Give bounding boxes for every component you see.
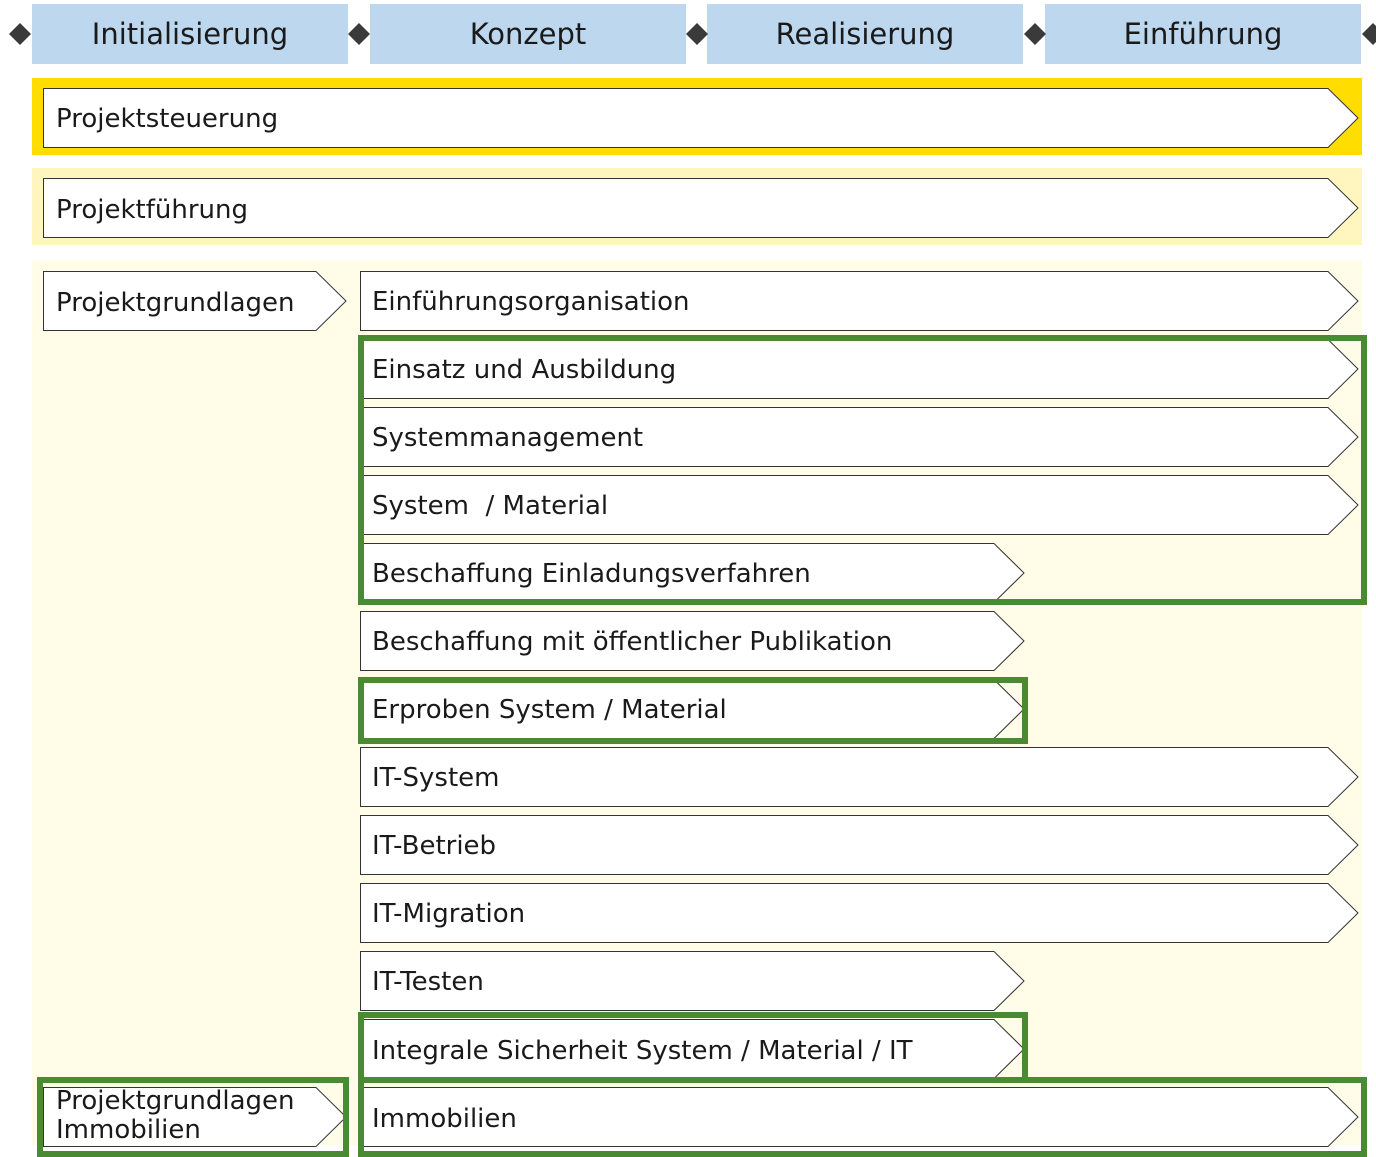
- module-arrow: [360, 747, 1359, 807]
- milestone-diamond-icon: [686, 23, 708, 45]
- module-system-material: System / Material: [372, 491, 609, 521]
- module-beschaffung-publikation: Beschaffung mit öffentlicher Publikation: [372, 627, 893, 657]
- guidance-label: Projektführung: [56, 195, 248, 225]
- phase-realisierung: Realisierung: [707, 4, 1023, 64]
- steering-label: Projektsteuerung: [56, 104, 279, 134]
- module-systemmanagement: Systemmanagement: [372, 423, 644, 453]
- milestone-diamond-icon: [348, 23, 370, 45]
- module-it-testen: IT-Testen: [372, 967, 484, 997]
- module-arrow: [360, 815, 1359, 875]
- module-it-betrieb: IT-Betrieb: [372, 831, 497, 861]
- module-einfuehrungsorganisation: Einführungsorganisation: [372, 287, 690, 317]
- milestone-diamond-icon: [1362, 23, 1376, 45]
- milestone-diamond-icon: [9, 23, 31, 45]
- module-integrale-sicherheit: Integrale Sicherheit System / Material /…: [372, 1036, 913, 1066]
- basis-immo-label-line2: Immobilien: [56, 1115, 201, 1145]
- basis-immo-label-line1: Projektgrundlagen: [56, 1086, 295, 1116]
- phase-einfuehrung: Einführung: [1045, 4, 1361, 64]
- phase-konzept: Konzept: [370, 4, 686, 64]
- module-beschaffung-einladung: Beschaffung Einladungsverfahren: [372, 559, 811, 589]
- module-it-migration: IT-Migration: [372, 899, 526, 929]
- module-erproben: Erproben System / Material: [372, 695, 727, 725]
- module-it-system: IT-System: [372, 763, 500, 793]
- module-einsatz-ausbildung: Einsatz und Ausbildung: [372, 355, 677, 385]
- phase-initialisierung: Initialisierung: [32, 4, 348, 64]
- basis-label: Projektgrundlagen: [56, 288, 295, 318]
- module-immobilien: Immobilien: [372, 1104, 517, 1134]
- milestone-diamond-icon: [1024, 23, 1046, 45]
